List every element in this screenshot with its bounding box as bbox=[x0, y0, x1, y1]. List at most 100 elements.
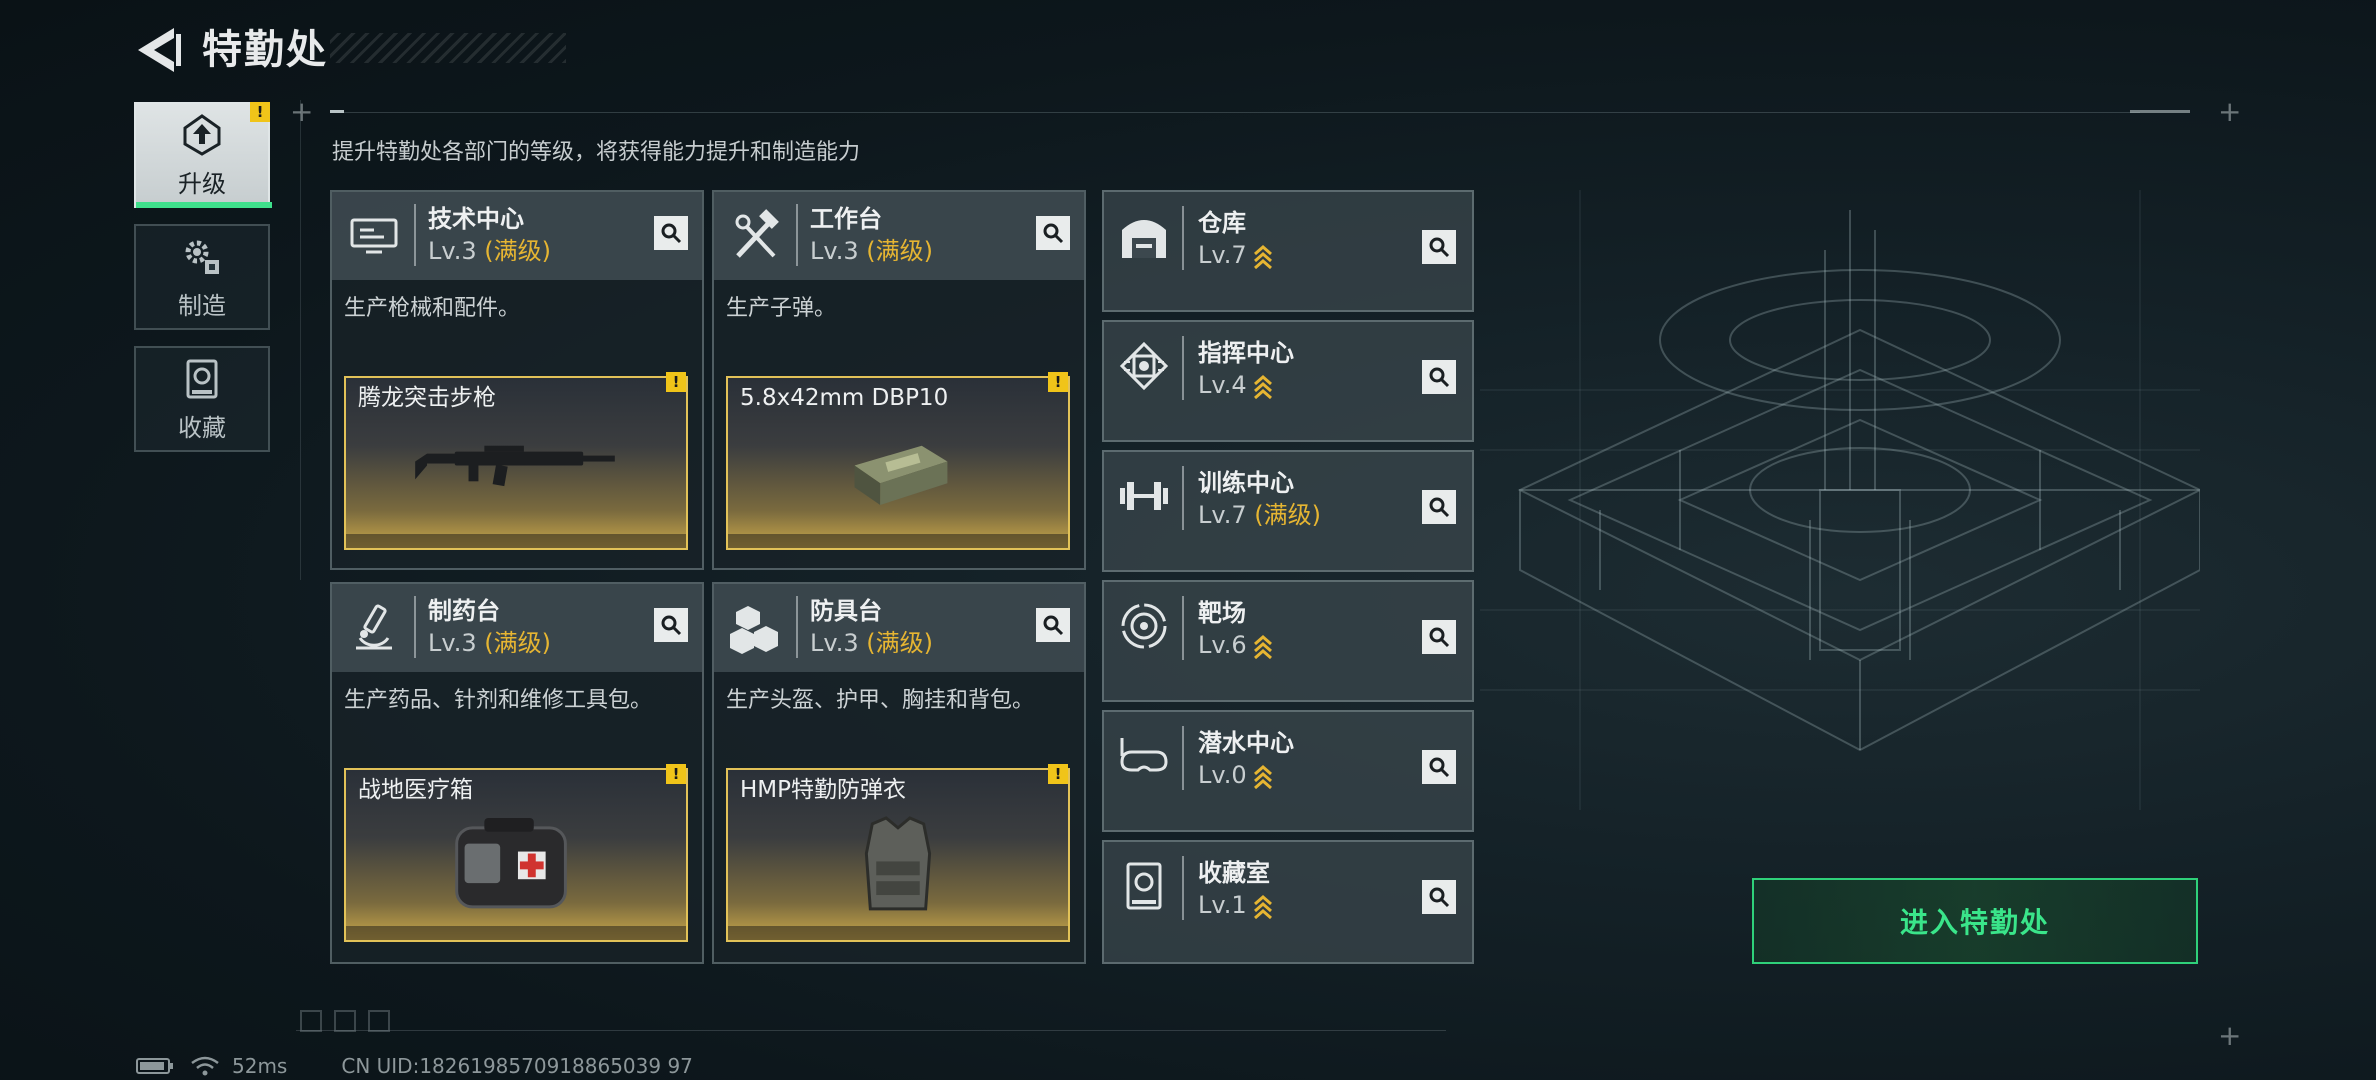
armor-icon bbox=[730, 606, 778, 654]
level-value: Lv.3 bbox=[428, 629, 477, 657]
diving-mask-icon bbox=[1120, 738, 1168, 772]
upgrade-chevron-icon bbox=[1253, 245, 1272, 269]
top-divider bbox=[330, 112, 2140, 113]
facility-card-tech-center[interactable]: 技术中心 Lv.3 (满级) 生产枪械和配件。 腾龙突击步枪 ! bbox=[330, 190, 704, 570]
facility-name: 制药台 bbox=[428, 597, 500, 625]
alert-badge: ! bbox=[1048, 372, 1068, 392]
page-title: 特勤处 bbox=[202, 27, 328, 73]
inspect-button[interactable] bbox=[1422, 750, 1456, 784]
search-icon bbox=[1043, 223, 1064, 244]
body-armor-image bbox=[864, 816, 932, 911]
search-icon bbox=[1429, 627, 1450, 648]
max-level-tag: (满级) bbox=[866, 629, 933, 657]
facility-card-pharmacy[interactable]: 制药台 Lv.3 (满级) 生产药品、针剂和维修工具包。 战地医疗箱 ! bbox=[330, 582, 704, 964]
progress-track bbox=[346, 926, 686, 940]
alert-badge: ! bbox=[666, 372, 686, 392]
microscope-icon bbox=[356, 604, 392, 650]
crafting-item-slot[interactable]: 战地医疗箱 ! bbox=[344, 764, 688, 942]
upgrade-chevron-icon bbox=[1253, 375, 1272, 399]
separator bbox=[414, 596, 416, 658]
department-training-center[interactable]: 训练中心 Lv.7 (满级) bbox=[1102, 450, 1474, 572]
inspect-button[interactable] bbox=[1422, 880, 1456, 914]
ammo-box-image bbox=[854, 445, 948, 506]
nav-label: 收藏 bbox=[178, 413, 226, 442]
crafting-item-slot[interactable]: 5.8x42mm DBP10 ! bbox=[726, 372, 1070, 550]
user-uid: CN UID:1826198570918865039 97 bbox=[341, 1054, 693, 1078]
search-icon bbox=[1429, 237, 1450, 258]
department-warehouse[interactable]: 仓库 Lv.7 bbox=[1102, 190, 1474, 312]
vertical-divider bbox=[300, 100, 301, 580]
dumbbell-icon bbox=[1120, 482, 1168, 510]
inspect-button[interactable] bbox=[654, 608, 688, 642]
nav-label: 制造 bbox=[178, 291, 226, 320]
facility-name: 工作台 bbox=[810, 205, 882, 233]
gears-icon bbox=[185, 240, 219, 274]
rifle-image bbox=[415, 445, 615, 487]
separator bbox=[1182, 726, 1184, 790]
facility-card-armor-bench[interactable]: 防具台 Lv.3 (满级) 生产头盔、护甲、胸挂和背包。 HMP特勤防弹衣 ! bbox=[712, 582, 1086, 964]
bottom-divider bbox=[296, 1030, 1446, 1031]
separator bbox=[1182, 466, 1184, 530]
department-level: Lv.1 bbox=[1198, 890, 1273, 920]
active-indicator bbox=[136, 202, 272, 208]
facility-level: Lv.3 (满级) bbox=[428, 236, 551, 266]
inspect-button[interactable] bbox=[1036, 216, 1070, 250]
search-icon bbox=[661, 223, 682, 244]
department-name: 训练中心 bbox=[1198, 469, 1294, 497]
department-name: 指挥中心 bbox=[1198, 339, 1294, 367]
department-name: 仓库 bbox=[1198, 209, 1246, 237]
item-name: 战地医疗箱 bbox=[358, 777, 473, 803]
nav-craft[interactable]: 制造 bbox=[134, 224, 270, 330]
department-shooting-range[interactable]: 靶场 Lv.6 bbox=[1102, 580, 1474, 702]
progress-track bbox=[728, 534, 1068, 548]
item-name: 腾龙突击步枪 bbox=[358, 385, 496, 411]
chip-icon bbox=[1119, 341, 1169, 391]
page-indicator bbox=[300, 1010, 390, 1032]
inspect-button[interactable] bbox=[1422, 230, 1456, 264]
inspect-button[interactable] bbox=[1422, 360, 1456, 394]
nav-upgrade[interactable]: 升级 ! bbox=[134, 102, 272, 208]
max-level-tag: (满级) bbox=[1254, 501, 1321, 529]
department-level: Lv.0 bbox=[1198, 760, 1273, 790]
crafting-item-slot[interactable]: 腾龙突击步枪 ! bbox=[344, 372, 688, 550]
battery-icon bbox=[136, 1058, 173, 1074]
wifi-icon bbox=[191, 1056, 219, 1076]
department-diving-center[interactable]: 潜水中心 Lv.0 bbox=[1102, 710, 1474, 832]
inspect-button[interactable] bbox=[654, 216, 688, 250]
alert-badge: ! bbox=[666, 764, 686, 784]
upgrade-chevron-icon bbox=[1253, 635, 1272, 659]
department-command-center[interactable]: 指挥中心 Lv.4 bbox=[1102, 320, 1474, 442]
collection-icon bbox=[1126, 862, 1162, 910]
department-level: Lv.7 bbox=[1198, 240, 1273, 270]
divider-mark bbox=[2130, 110, 2190, 113]
facility-card-workbench[interactable]: 工作台 Lv.3 (满级) 生产子弹。 5.8x42mm DBP10 ! bbox=[712, 190, 1086, 570]
search-icon bbox=[661, 615, 682, 636]
enter-base-button[interactable]: 进入特勤处 bbox=[1752, 878, 2198, 964]
level-value: Lv.3 bbox=[810, 629, 859, 657]
nav-collection[interactable]: 收藏 bbox=[134, 346, 270, 452]
max-level-tag: (满级) bbox=[866, 237, 933, 265]
title-stripe bbox=[330, 33, 566, 63]
facility-description: 生产子弹。 bbox=[726, 296, 837, 321]
department-collection-room[interactable]: 收藏室 Lv.1 bbox=[1102, 840, 1474, 964]
progress-track bbox=[728, 926, 1068, 940]
department-level: Lv.7 (满级) bbox=[1198, 500, 1321, 530]
crosshair-mark: + bbox=[2218, 1019, 2242, 1052]
crafting-item-slot[interactable]: HMP特勤防弹衣 ! bbox=[726, 764, 1070, 942]
max-level-tag: (满级) bbox=[484, 237, 551, 265]
department-level: Lv.4 bbox=[1198, 370, 1273, 400]
inspect-button[interactable] bbox=[1422, 620, 1456, 654]
back-button[interactable] bbox=[128, 20, 188, 80]
base-illustration bbox=[1480, 190, 2200, 810]
inspect-button[interactable] bbox=[1036, 608, 1070, 642]
level-value: Lv.3 bbox=[810, 237, 859, 265]
facility-name: 技术中心 bbox=[428, 205, 524, 233]
level-value: Lv.3 bbox=[428, 237, 477, 265]
separator bbox=[796, 204, 798, 266]
level-value: Lv.4 bbox=[1198, 371, 1247, 399]
crosshair-mark: + bbox=[2218, 95, 2242, 128]
inspect-button[interactable] bbox=[1422, 490, 1456, 524]
department-level: Lv.6 bbox=[1198, 630, 1273, 660]
separator bbox=[1182, 856, 1184, 920]
search-icon bbox=[1429, 887, 1450, 908]
